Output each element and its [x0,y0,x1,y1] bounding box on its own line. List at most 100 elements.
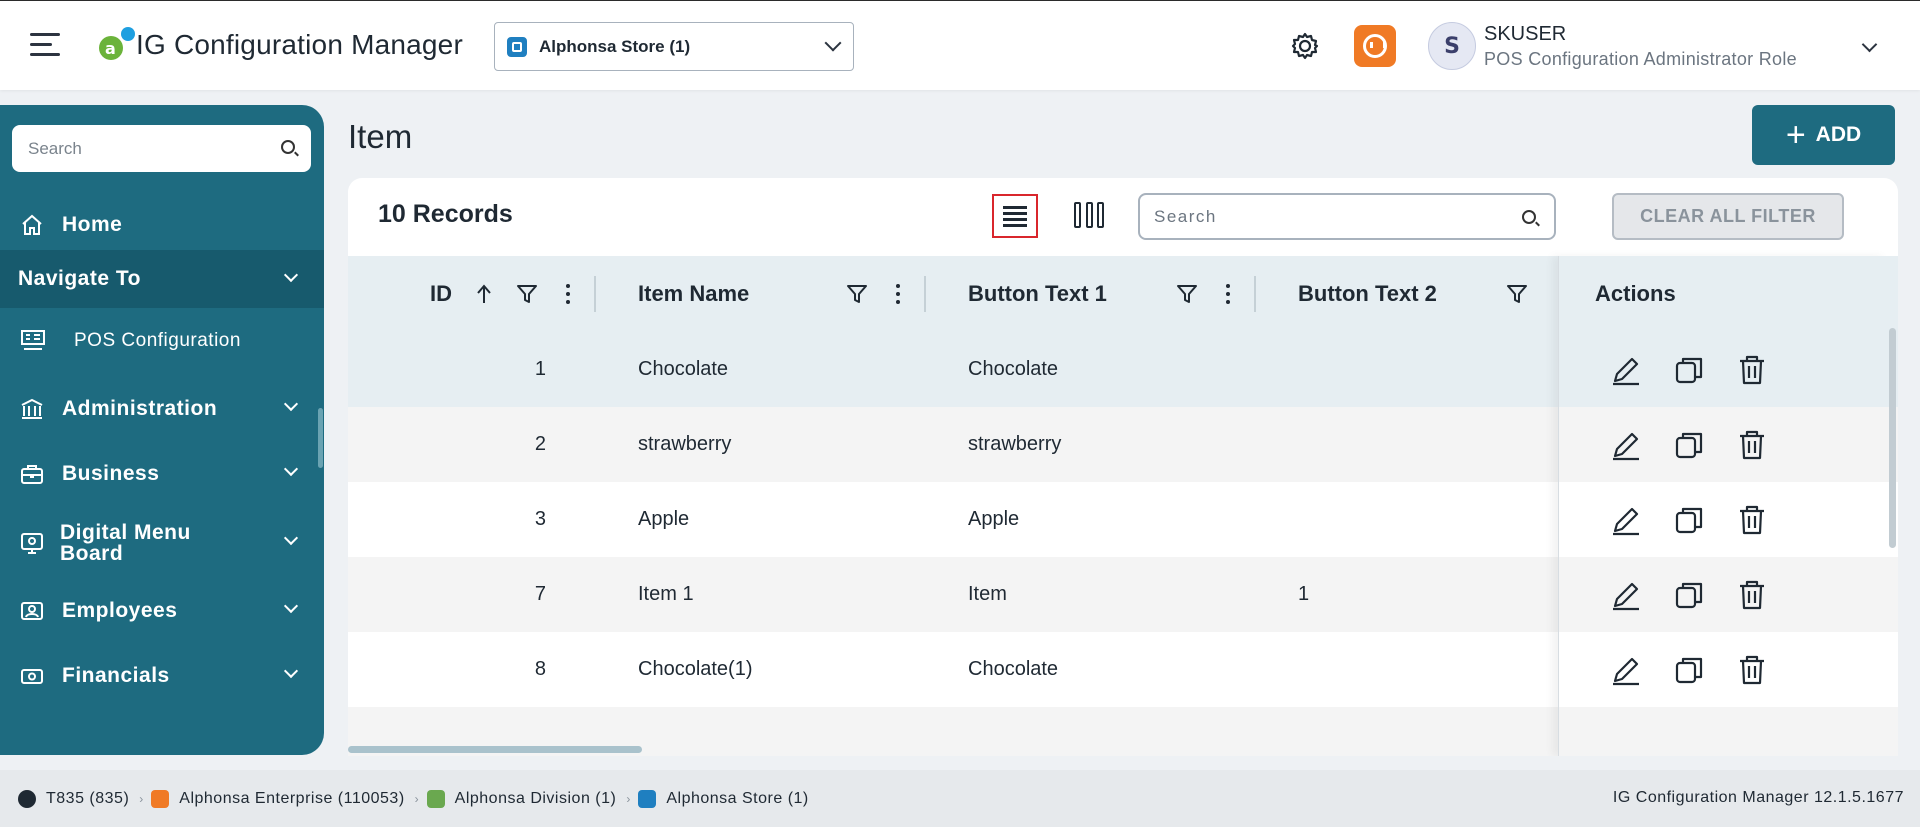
add-button[interactable]: + ADD [1752,105,1895,165]
sort-ascending-icon[interactable] [476,284,492,304]
cell-item-name: Chocolate [638,358,729,380]
app-logo: a [99,27,135,60]
chevron-down-icon [283,461,299,477]
cell-id: 8 [534,658,546,680]
delete-icon[interactable] [1735,653,1769,687]
sidebar-scrollbar[interactable] [318,408,323,468]
cell-item-name: Chocolate(1) [638,658,753,680]
search-icon[interactable] [281,140,295,154]
column-view-toggle[interactable] [1074,202,1104,230]
cell-id: 3 [534,508,546,530]
filter-icon[interactable] [1506,284,1528,304]
clear-all-filter-button[interactable]: CLEAR ALL FILTER [1612,193,1844,240]
user-role: POS Configuration Administrator Role [1484,49,1797,69]
edit-icon[interactable] [1609,353,1643,387]
chevron-down-icon [283,530,299,546]
chevron-down-icon [283,396,299,412]
edit-icon[interactable] [1609,578,1643,612]
column-header-button-text-2[interactable]: Button Text 2 [1298,256,1437,332]
copy-icon[interactable] [1672,503,1706,537]
sidebar-item-business[interactable]: Business [0,442,324,506]
cell-id: 2 [534,433,546,455]
delete-icon[interactable] [1735,578,1769,612]
column-menu-icon[interactable] [896,284,900,304]
columns-icon [1097,202,1104,228]
column-resize-handle[interactable] [594,276,596,312]
filter-icon[interactable] [846,284,868,304]
enterprise-icon [151,789,170,808]
copy-icon[interactable] [1672,353,1706,387]
grid-vertical-scrollbar[interactable] [1889,328,1896,548]
chevron-down-icon [283,598,299,614]
actions-column: Actions [1558,256,1889,756]
sidebar-item-pos-configuration[interactable]: POS Configuration [0,313,324,369]
column-header-item-name[interactable]: Item Name [638,256,749,332]
columns-icon [1074,202,1081,228]
sidebar-navigate-to[interactable]: Navigate To [0,250,324,308]
sidebar-item-label: Home [62,213,123,236]
column-header-button-text-1[interactable]: Button Text 1 [968,256,1107,332]
sidebar-item-label: Digital Menu Board [60,521,191,565]
store-selector-dropdown[interactable]: Alphonsa Store (1) [494,22,854,71]
store-icon [507,36,527,57]
copy-icon[interactable] [1672,428,1706,462]
support-icon[interactable] [1354,25,1396,67]
sidebar-item-digital-menu-board[interactable]: Digital Menu Board [0,505,324,581]
building-icon [21,398,43,419]
column-menu-icon[interactable] [1226,284,1230,304]
edit-icon[interactable] [1609,653,1643,687]
sidebar-search-input[interactable] [28,138,268,159]
columns-icon [1085,202,1093,228]
sidebar-item-administration[interactable]: Administration [0,377,324,441]
breadcrumb-tenant[interactable]: T835 (835) [18,789,129,808]
copy-icon[interactable] [1672,653,1706,687]
svg-text:a: a [105,39,116,58]
delete-icon[interactable] [1735,428,1769,462]
grid-horizontal-scrollbar[interactable] [348,746,642,753]
breadcrumb-store[interactable]: Alphonsa Store (1) [638,789,808,808]
breadcrumb-division[interactable]: Alphonsa Division (1) [426,789,617,808]
grid-search-input[interactable] [1154,206,1514,227]
column-resize-handle[interactable] [924,276,926,312]
edit-icon[interactable] [1609,503,1643,537]
cell-button-text-2: 1 [1298,583,1310,605]
delete-icon[interactable] [1735,503,1769,537]
sidebar-search[interactable] [12,125,311,172]
sidebar-item-employees[interactable]: Employees [0,579,324,643]
filter-icon[interactable] [516,284,538,304]
sidebar-item-home[interactable]: Home [0,197,324,253]
filter-icon[interactable] [1176,284,1198,304]
delete-icon[interactable] [1735,353,1769,387]
records-count: 10 Records [378,200,513,228]
sidebar: Home Navigate To POS Configuration Admin… [0,105,324,755]
column-resize-handle[interactable] [1254,276,1256,312]
search-icon[interactable] [1522,210,1536,224]
home-icon [22,214,42,235]
cell-item-name: Item 1 [638,583,694,605]
cell-item-name: strawberry [638,433,732,455]
cell-id: 7 [534,583,546,605]
items-grid-panel: 10 Records CLEAR ALL FILTER ID Item Name… [348,178,1898,756]
edit-icon[interactable] [1609,428,1643,462]
sidebar-item-label: Administration [62,397,218,420]
breadcrumb-enterprise[interactable]: Alphonsa Enterprise (110053) [151,789,404,808]
breadcrumb-separator-icon: › [626,791,631,806]
cell-button-text-1: Apple [968,508,1020,530]
grid-search[interactable] [1138,193,1556,240]
cell-item-name: Apple [638,508,690,530]
sidebar-item-financials[interactable]: Financials [0,644,324,708]
avatar[interactable]: S [1428,22,1476,70]
gear-icon[interactable] [1290,31,1320,61]
cell-button-text-1: Chocolate [968,358,1059,380]
monitor-icon [21,533,43,554]
list-view-toggle[interactable] [992,194,1038,238]
column-header-id[interactable]: ID [430,256,452,332]
copy-icon[interactable] [1672,578,1706,612]
hamburger-menu-icon[interactable] [30,33,62,59]
id-card-icon [21,602,43,620]
column-menu-icon[interactable] [566,284,570,304]
user-menu-chevron-icon[interactable] [1861,36,1878,53]
top-header: a IG Configuration Manager Alphonsa Stor… [0,0,1920,90]
sidebar-item-label: Financials [62,664,170,687]
page-title: Item [348,118,413,155]
